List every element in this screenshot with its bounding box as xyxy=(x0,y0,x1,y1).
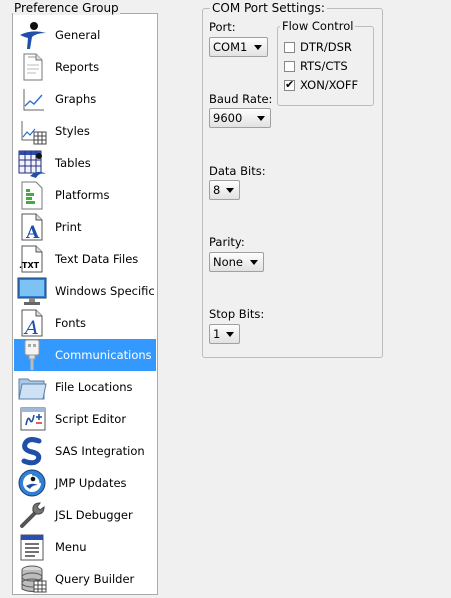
parity-select[interactable]: None xyxy=(209,252,264,272)
preference-item-styles[interactable]: Styles xyxy=(14,115,156,147)
styles-icon xyxy=(16,115,48,147)
preference-item-print[interactable]: A Print xyxy=(14,211,156,243)
data-bits-label: Data Bits: xyxy=(209,164,266,178)
preference-item-fonts[interactable]: A Fonts xyxy=(14,307,156,339)
svg-text:.TXT: .TXT xyxy=(19,261,40,270)
preference-item-label: General xyxy=(55,28,101,42)
checkmark-icon: ✔ xyxy=(285,77,295,91)
svg-text:A: A xyxy=(25,223,40,243)
stop-bits-select-value: 1 xyxy=(213,327,221,341)
preference-item-platforms[interactable]: Platforms xyxy=(14,179,156,211)
preference-item-windows-specific[interactable]: Windows Specific xyxy=(14,275,156,307)
stop-bits-label: Stop Bits: xyxy=(209,307,265,321)
preference-item-label: Graphs xyxy=(55,92,97,106)
preference-item-file-locations[interactable]: File Locations xyxy=(14,371,156,403)
chevron-down-icon xyxy=(257,116,265,121)
svg-text:A: A xyxy=(23,317,39,339)
com-port-settings-title: COM Port Settings: xyxy=(210,1,327,15)
rts-cts-label: RTS/CTS xyxy=(300,59,348,73)
chevron-down-icon xyxy=(254,45,262,50)
preference-item-general[interactable]: General xyxy=(14,19,156,51)
preference-item-reports[interactable]: Reports xyxy=(14,51,156,83)
platforms-icon xyxy=(16,179,48,211)
port-select[interactable]: COM1 xyxy=(209,37,268,57)
preference-item-query-builder[interactable]: Query Builder xyxy=(14,563,156,595)
flow-control-option-xon-xoff[interactable]: ✔ XON/XOFF xyxy=(284,78,358,92)
preference-item-sas-integration[interactable]: SAS Integration xyxy=(14,435,156,467)
port-label: Port: xyxy=(209,20,236,34)
jmp-updates-icon xyxy=(16,467,48,499)
chevron-down-icon xyxy=(226,188,234,193)
preference-item-communications[interactable]: Communications xyxy=(14,339,156,371)
reports-icon xyxy=(16,51,48,83)
data-bits-select-value: 8 xyxy=(213,183,221,197)
preference-item-label: Reports xyxy=(55,60,100,74)
parity-label: Parity: xyxy=(209,235,245,249)
rts-cts-checkbox[interactable] xyxy=(284,60,295,72)
data-bits-select[interactable]: 8 xyxy=(209,180,240,200)
dtr-dsr-checkbox[interactable] xyxy=(284,41,295,53)
preference-item-tables[interactable]: Tables xyxy=(14,147,156,179)
chevron-down-icon xyxy=(226,332,234,337)
preference-group-list[interactable]: General Reports Graphs Styles Tables Platform… xyxy=(14,19,156,595)
baud-rate-label: Baud Rate: xyxy=(209,92,273,106)
preference-item-label: SAS Integration xyxy=(55,444,145,458)
preference-item-text-data-files[interactable]: .TXT Text Data Files xyxy=(14,243,156,275)
graphs-icon xyxy=(16,83,48,115)
preference-item-jmp-updates[interactable]: JMP Updates xyxy=(14,467,156,499)
baud-rate-select[interactable]: 9600 xyxy=(209,108,271,128)
preference-item-label: Print xyxy=(55,220,82,234)
preference-item-graphs[interactable]: Graphs xyxy=(14,83,156,115)
xon-xoff-label: XON/XOFF xyxy=(300,78,359,92)
chevron-down-icon xyxy=(250,260,258,265)
file-locations-icon xyxy=(16,371,48,403)
baud-rate-select-value: 9600 xyxy=(213,111,243,125)
preference-item-label: Tables xyxy=(55,156,91,170)
print-icon: A xyxy=(16,211,48,243)
flow-control-title: Flow Control xyxy=(280,19,356,33)
tables-icon xyxy=(16,147,48,179)
fonts-icon: A xyxy=(16,307,48,339)
sas-integration-icon xyxy=(16,435,48,467)
port-select-value: COM1 xyxy=(213,40,248,54)
preference-item-label: Query Builder xyxy=(55,572,135,586)
preference-item-label: Menu xyxy=(55,540,87,554)
dtr-dsr-label: DTR/DSR xyxy=(300,40,352,54)
preference-group-title: Preference Group xyxy=(13,1,120,15)
preference-item-label: Platforms xyxy=(55,188,110,202)
query-builder-icon xyxy=(16,563,48,595)
xon-xoff-checkbox[interactable]: ✔ xyxy=(284,77,295,91)
script-editor-icon xyxy=(16,403,48,435)
preference-item-label: Text Data Files xyxy=(55,252,139,266)
preference-item-label: JMP Updates xyxy=(55,476,127,490)
general-icon xyxy=(16,19,48,51)
communications-icon xyxy=(16,339,48,371)
flow-control-option-dtr-dsr[interactable]: DTR/DSR xyxy=(284,40,352,54)
text-data-files-icon: .TXT xyxy=(16,243,48,275)
windows-specific-icon xyxy=(16,275,48,307)
preference-item-script-editor[interactable]: Script Editor xyxy=(14,403,156,435)
stop-bits-select[interactable]: 1 xyxy=(209,324,240,344)
preference-item-label: Styles xyxy=(55,124,90,138)
parity-select-value: None xyxy=(213,255,244,269)
preference-item-label: JSL Debugger xyxy=(55,508,133,522)
preference-item-label: Communications xyxy=(55,348,152,362)
preference-item-label: Windows Specific xyxy=(55,284,155,298)
preference-item-label: Script Editor xyxy=(55,412,127,426)
preference-item-menu[interactable]: Menu xyxy=(14,531,156,563)
flow-control-option-rts-cts[interactable]: RTS/CTS xyxy=(284,59,348,73)
preference-item-label: File Locations xyxy=(55,380,133,394)
jsl-debugger-icon xyxy=(16,499,48,531)
preference-item-jsl-debugger[interactable]: JSL Debugger xyxy=(14,499,156,531)
menu-icon xyxy=(16,531,48,563)
preference-item-label: Fonts xyxy=(55,316,87,330)
